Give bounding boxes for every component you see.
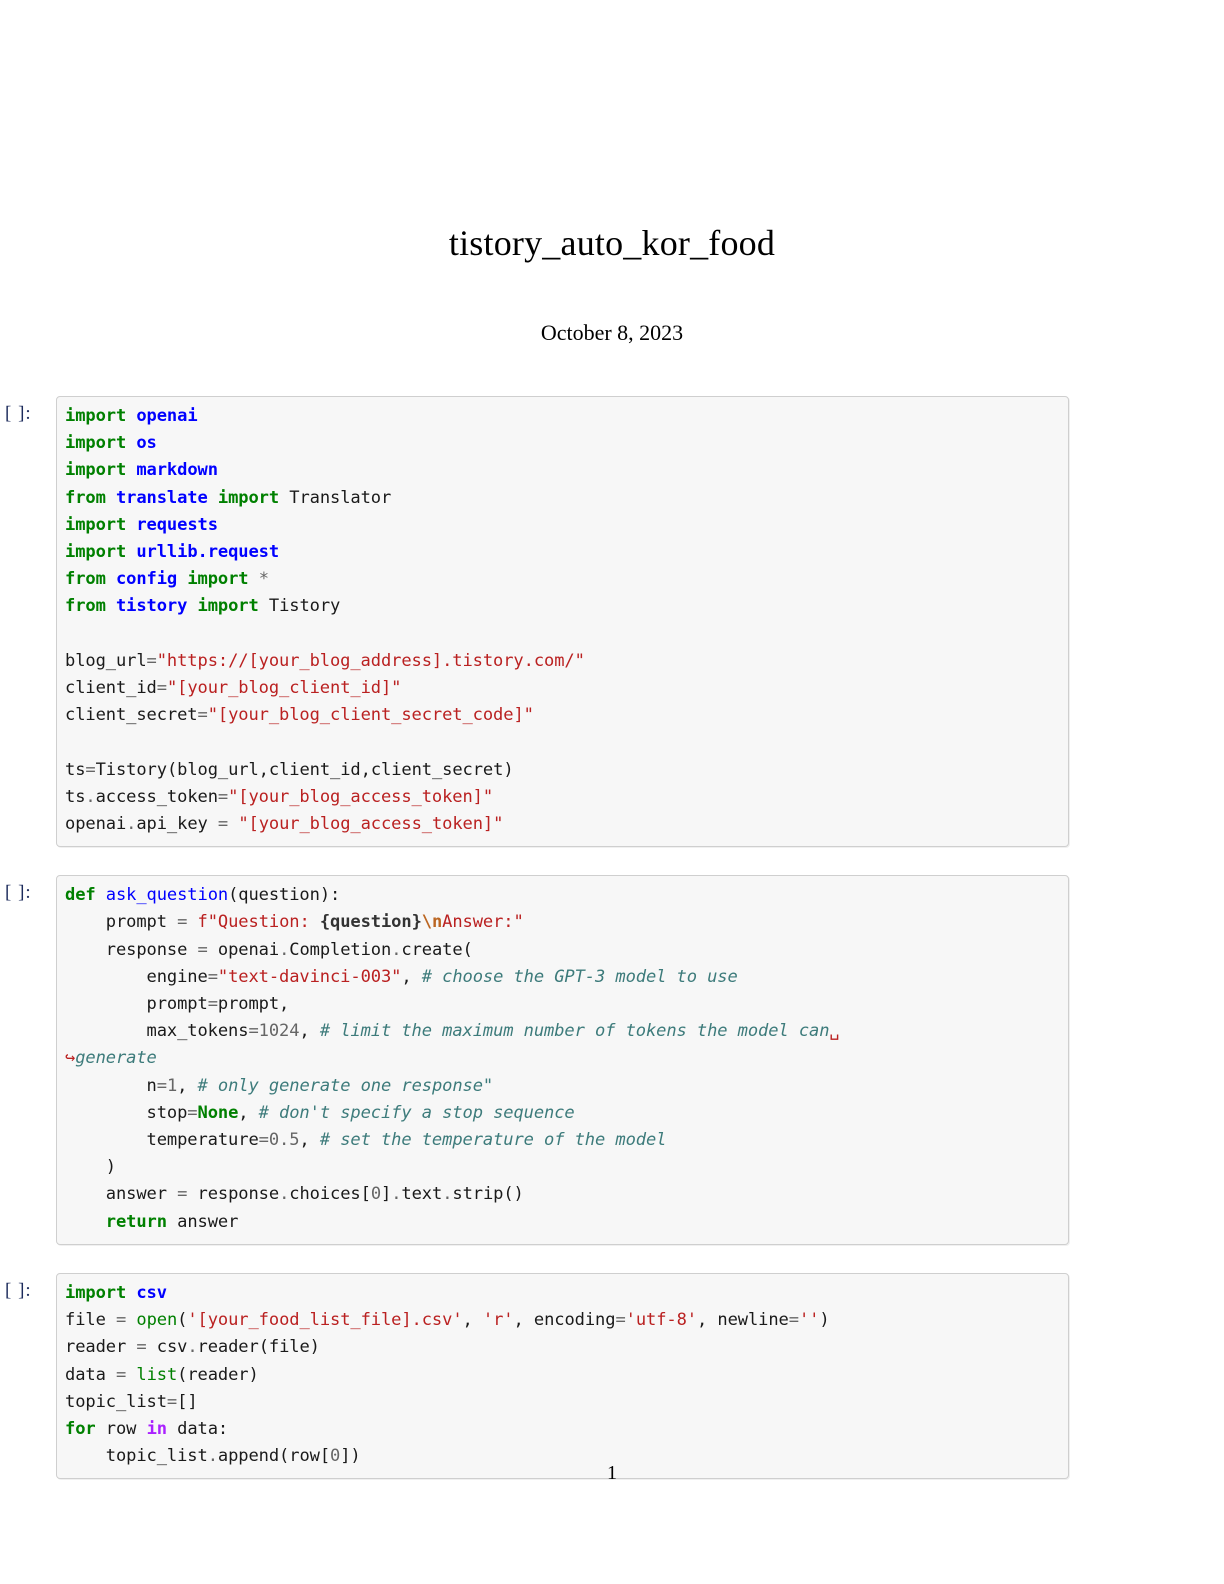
cell-input-area-3[interactable]: import csv file = open('[your_food_list_…: [56, 1272, 1069, 1480]
page-title: tistory_auto_kor_food: [448, 223, 776, 263]
code-block-1[interactable]: import openai import os import markdown …: [65, 403, 1058, 838]
code-block-2[interactable]: def ask_question(question): prompt = f"Q…: [65, 882, 1058, 1236]
code-cell: [ ]: import csv file = open('[your_food_…: [0, 1272, 1224, 1480]
cell-input-area-1[interactable]: import openai import os import markdown …: [56, 396, 1069, 848]
cell-prompt-3: [ ]:: [5, 1279, 32, 1301]
code-block-3[interactable]: import csv file = open('[your_food_list_…: [65, 1280, 1058, 1470]
cell-prompt-2: [ ]:: [5, 882, 32, 904]
page-number: 1: [607, 1462, 617, 1484]
cell-prompt-1: [ ]:: [5, 403, 32, 424]
code-cell: [ ]: import openai import os import mark…: [0, 396, 1224, 848]
document-date: October 8, 2023: [540, 320, 684, 345]
code-cell: [ ]: def ask_question(question): prompt …: [0, 875, 1224, 1245]
notebook-cells: [ ]: import openai import os import mark…: [0, 396, 1224, 1507]
document-page: tistory_auto_kor_food October 8, 2023 [ …: [0, 0, 1224, 1584]
cell-input-area-2[interactable]: def ask_question(question): prompt = f"Q…: [56, 875, 1069, 1245]
